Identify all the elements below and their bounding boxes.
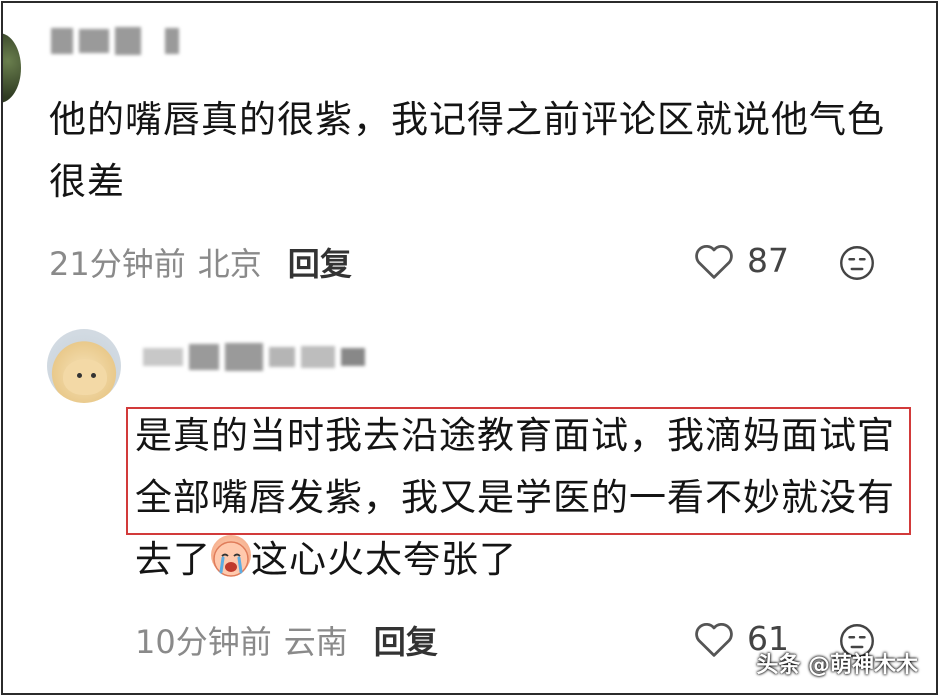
comment-text-2-tail: 这心火太夸张了: [251, 538, 517, 581]
dislike-face-icon[interactable]: [839, 245, 875, 281]
reply-button[interactable]: 回复: [288, 239, 352, 285]
commenter-name-blurred-2[interactable]: [143, 343, 365, 371]
heart-icon: [695, 622, 733, 657]
comment-text-2: 是真的当时我去沿途教育面试，我滴妈面试官全部嘴唇发紫，我又是学医的一看不妙就没有…: [135, 405, 925, 591]
crying-emoji-icon: [211, 535, 251, 577]
comment-meta-2: 10分钟前 云南 回复: [135, 617, 438, 663]
reply-button[interactable]: 回复: [374, 617, 438, 663]
comment-time: 10分钟前: [135, 623, 272, 661]
comment-location: 云南: [283, 623, 348, 661]
like-count: 87: [747, 241, 789, 280]
commenter-avatar-2[interactable]: [47, 329, 121, 403]
comment-time: 21分钟前: [49, 245, 186, 283]
screenshot-frame: 他的嘴唇真的很紫，我记得之前评论区就说他气色很差 21分钟前 北京 回复 87 …: [1, 1, 938, 695]
watermark: 头条 @萌神木木: [756, 653, 918, 678]
commenter-name-blurred-1[interactable]: [51, 27, 179, 55]
comment-meta-1: 21分钟前 北京 回复: [49, 239, 352, 285]
commenter-avatar-1[interactable]: [3, 33, 21, 103]
comment-text-1: 他的嘴唇真的很紫，我记得之前评论区就说他气色很差: [49, 98, 885, 203]
like-button[interactable]: 87: [693, 241, 789, 280]
comment-location: 北京: [197, 245, 262, 283]
heart-icon: [695, 244, 733, 279]
